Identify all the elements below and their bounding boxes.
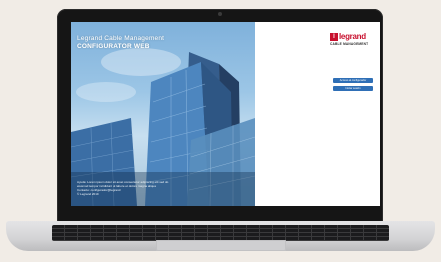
hero-title-main: Legrand Cable Management xyxy=(77,35,165,42)
hero-subtitle: CONFIGURATOR WEB xyxy=(77,42,150,50)
laptop-keyboard xyxy=(52,225,389,241)
webcam-icon xyxy=(218,12,222,16)
legrand-logo-tagline: CABLE MANAGEMENT xyxy=(330,42,369,46)
hero-image: Legrand Cable Management CONFIGURATOR WE… xyxy=(71,22,255,206)
hero-footer-line: © Legrand 2019 xyxy=(77,192,99,196)
legrand-logo: l legrand CABLE MANAGEMENT xyxy=(330,32,374,48)
login-button[interactable]: Iniciar sesión xyxy=(333,86,373,91)
legrand-logo-mark: l xyxy=(330,32,338,41)
login-panel: l legrand CABLE MANAGEMENT Acceso al con… xyxy=(255,22,380,206)
laptop-trackpad xyxy=(156,240,286,251)
hero-footer-text: Ayuda: Lorem ipsum dolor sit amet consec… xyxy=(77,180,227,196)
laptop-screen: Legrand Cable Management CONFIGURATOR WE… xyxy=(71,22,380,206)
legrand-logo-wordmark: legrand xyxy=(339,32,366,41)
laptop-mockup: Legrand Cable Management CONFIGURATOR WE… xyxy=(0,0,441,262)
access-configurator-button[interactable]: Acceso al configurador xyxy=(333,78,373,83)
hero-title: Legrand Cable Management CONFIGURATOR WE… xyxy=(77,35,227,50)
